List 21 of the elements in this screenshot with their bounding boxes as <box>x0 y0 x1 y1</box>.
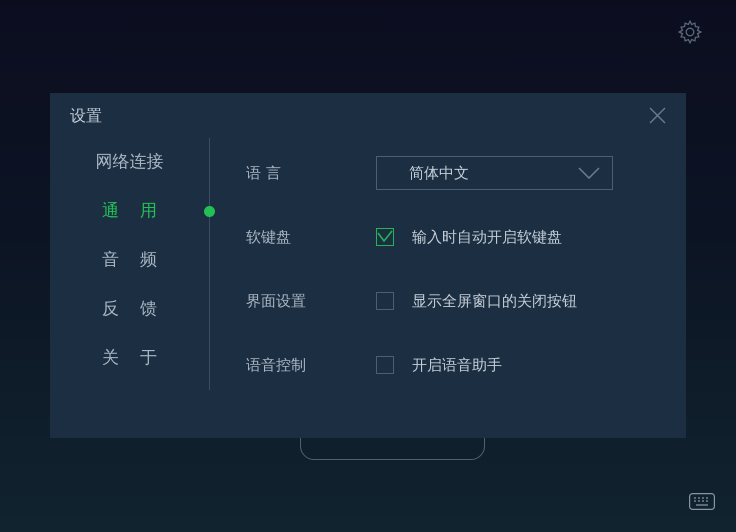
sidebar-tab[interactable]: 网络连接 <box>96 150 164 176</box>
checkbox[interactable] <box>376 228 394 246</box>
keyboard-icon[interactable] <box>689 493 715 510</box>
checkbox-label: 开启语音助手 <box>412 354 502 376</box>
settings-icon[interactable] <box>677 19 703 45</box>
checkbox-label: 输入时自动开启软键盘 <box>412 226 562 248</box>
sidebar-tab[interactable]: 音 频 <box>102 248 158 274</box>
checkbox[interactable] <box>376 356 394 374</box>
close-icon[interactable] <box>649 107 666 124</box>
sidebar-tab[interactable]: 通 用 <box>102 198 158 224</box>
dialog-title: 设置 <box>70 104 102 126</box>
sidebar-tab[interactable]: 关 于 <box>102 346 158 372</box>
setting-label: 语音控制 <box>246 354 307 376</box>
setting-label: 界面设置 <box>246 290 307 312</box>
checkbox[interactable] <box>376 292 394 310</box>
chevron-down-icon <box>578 167 600 179</box>
checkbox-label: 显示全屏窗口的关闭按钮 <box>412 290 577 312</box>
setting-label: 语 言 <box>246 162 282 184</box>
sidebar-tab[interactable]: 反 馈 <box>102 296 158 322</box>
language-dropdown[interactable]: 简体中文 <box>376 156 613 190</box>
setting-label: 软键盘 <box>246 226 292 248</box>
